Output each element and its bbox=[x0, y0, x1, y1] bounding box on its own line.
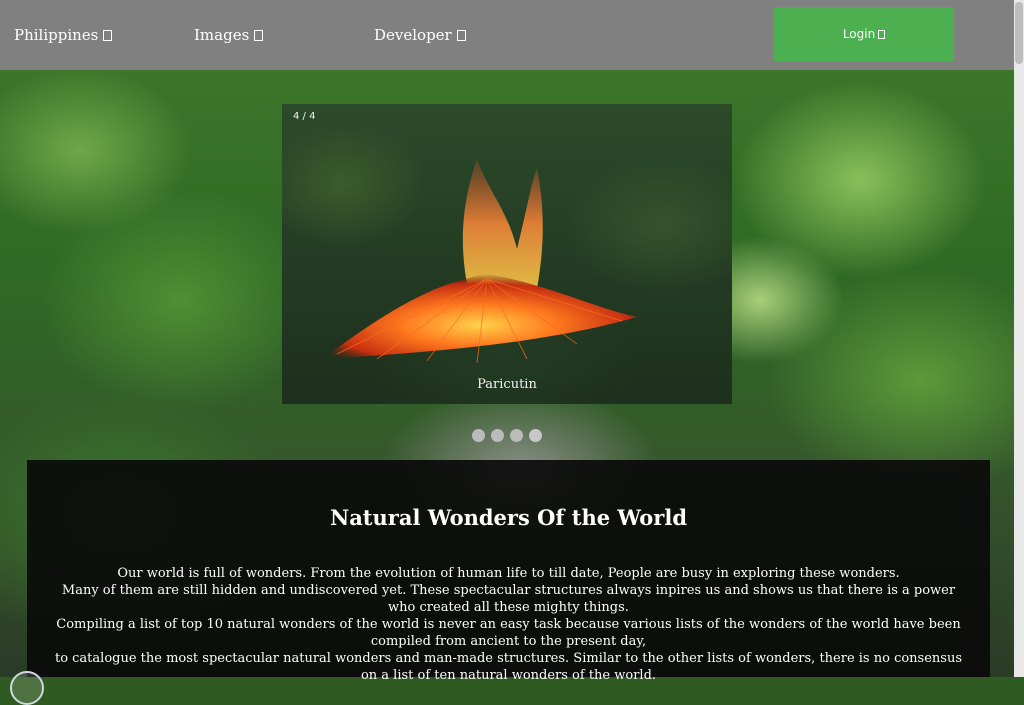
slideshow-dots bbox=[472, 427, 548, 442]
login-box-icon bbox=[878, 29, 886, 39]
content-panel: Natural Wonders Of the World Our world i… bbox=[27, 460, 990, 683]
volcano-eruption-image bbox=[322, 159, 637, 364]
nav-item-philippines[interactable]: Philippines bbox=[14, 26, 113, 44]
nav-item-images[interactable]: Images bbox=[194, 26, 264, 44]
nav-item-label: Developer bbox=[374, 26, 452, 44]
dropdown-box-icon bbox=[254, 30, 264, 41]
intro-paragraph: Our world is full of wonders. From the e… bbox=[47, 565, 970, 684]
paragraph-line: Our world is full of wonders. From the e… bbox=[117, 566, 900, 581]
scrollbar-thumb[interactable] bbox=[1015, 2, 1023, 64]
paragraph-line: to catalogue the most spectacular natura… bbox=[54, 651, 963, 683]
slide-dot[interactable] bbox=[491, 429, 504, 442]
image-slideshow[interactable]: 4 / 4 Paricutin bbox=[282, 104, 732, 404]
slide-counter: 4 / 4 bbox=[293, 111, 316, 122]
paragraph-line: Compiling a list of top 10 natural wonde… bbox=[56, 617, 961, 649]
nav-item-label: Philippines bbox=[14, 26, 99, 44]
slide-dot[interactable] bbox=[472, 429, 485, 442]
dropdown-box-icon bbox=[456, 30, 466, 41]
login-button[interactable]: Login bbox=[774, 7, 954, 61]
nav-item-developer[interactable]: Developer bbox=[374, 26, 466, 44]
page-scrollbar[interactable] bbox=[1014, 0, 1024, 677]
floating-badge-icon[interactable] bbox=[10, 671, 44, 705]
slide-dot[interactable] bbox=[510, 429, 523, 442]
nav-item-label: Images bbox=[194, 26, 250, 44]
login-label: Login bbox=[842, 27, 876, 41]
top-navbar: Philippines Images Developer Login bbox=[0, 0, 1014, 70]
slide-caption: Paricutin bbox=[477, 377, 537, 392]
page-title: Natural Wonders Of the World bbox=[330, 505, 687, 530]
slide-dot-active[interactable] bbox=[529, 429, 542, 442]
dropdown-box-icon bbox=[103, 30, 113, 41]
paragraph-line: Many of them are still hidden and undisc… bbox=[61, 583, 956, 615]
